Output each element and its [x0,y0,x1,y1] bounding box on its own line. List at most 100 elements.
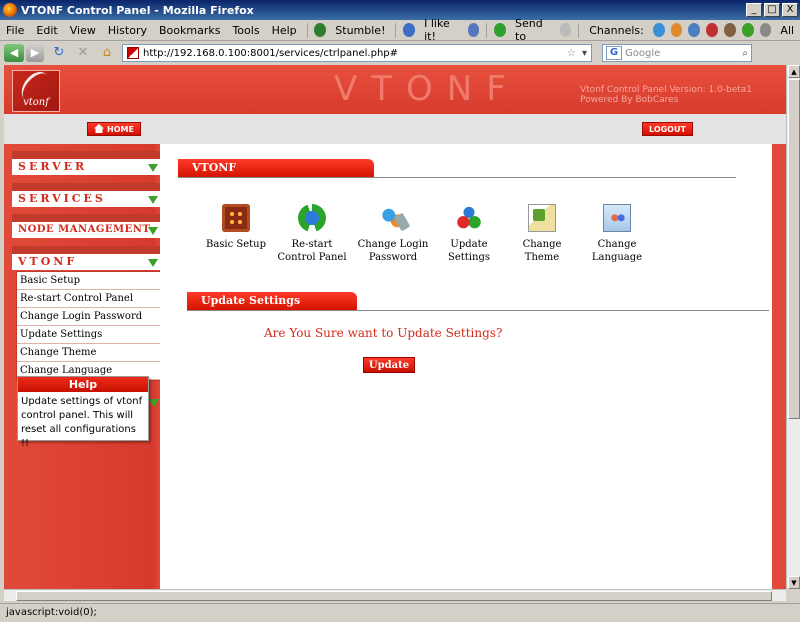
tile-change-login-password[interactable]: Change Login Password [353,204,433,264]
google-engine-icon[interactable]: G [606,46,622,60]
sidebar-section-node-management[interactable]: NODE MANAGEMENT [12,214,162,244]
sidebar-item-change-theme[interactable]: Change Theme [17,344,161,362]
url-bar[interactable]: http://192.168.0.100:8001/services/ctrlp… [122,44,592,62]
people-icon[interactable] [670,23,683,37]
sidebar-section-server[interactable]: SERVER [12,151,162,181]
globe-icon[interactable] [652,23,665,37]
expand-arrow-icon[interactable] [148,259,158,267]
tile-label-line2: Theme [524,252,560,263]
horizontal-scrollbar[interactable] [4,589,786,601]
back-arrow-icon[interactable]: ◀ [4,44,24,62]
top-strip: HOME LOGOUT [4,114,786,144]
sidebar-section-label: VTONF [12,254,162,270]
vertical-scrollbar[interactable]: ▲ ▼ [786,65,800,589]
menu-edit[interactable]: Edit [30,24,63,37]
close-button[interactable]: X [782,3,798,17]
restart-icon [298,204,326,232]
sidebar-item-basic-setup[interactable]: Basic Setup [17,272,161,290]
tile-update-settings[interactable]: Update Settings [429,204,509,264]
menu-separator [306,22,308,38]
home-button[interactable]: HOME [87,122,141,136]
help-title: Help [18,377,148,392]
window-titlebar: VTONF Control Panel - Mozilla Firefox _ … [0,0,800,20]
scroll-down-icon[interactable]: ▼ [788,576,800,589]
help-body: Update settings of vtonf control panel. … [21,396,143,449]
calendar-icon[interactable] [706,23,719,37]
menu-bookmarks[interactable]: Bookmarks [153,24,226,37]
sidebar-item-update-settings[interactable]: Update Settings [17,326,161,344]
vtonf-submenu: Basic Setup Re-start Control Panel Chang… [16,271,162,381]
section-bar [12,151,162,159]
sidebar-section-services[interactable]: SERVICES [12,183,162,213]
scroll-up-icon[interactable]: ▲ [788,65,800,78]
search-box[interactable]: G Google ⌕ [602,44,752,62]
window-title: VTONF Control Panel - Mozilla Firefox [21,3,254,17]
version-info: Vtonf Control Panel Version: 1.0-beta1 P… [580,85,752,105]
comment-icon[interactable] [559,23,572,37]
scroll-thumb[interactable] [16,591,772,601]
menu-history[interactable]: History [102,24,153,37]
search-icon[interactable]: ⌕ [742,48,748,59]
confirm-question: Are You Sure want to Update Settings? [264,326,503,340]
section-bar [12,246,162,254]
section-bar [12,183,162,191]
tile-label: Update [450,239,488,250]
stop-icon[interactable]: ✕ [74,44,92,62]
tag-icon[interactable] [759,23,772,37]
menu-tools[interactable]: Tools [226,24,265,37]
all-channels-button[interactable]: All [774,24,800,37]
update-settings-icon [455,204,483,232]
menu-file[interactable]: File [0,24,30,37]
stumble-button[interactable]: Stumble! [329,24,391,37]
tv-icon[interactable] [724,23,736,37]
divider [178,177,736,178]
tile-label-line2: Language [591,252,643,263]
tile-label: Basic Setup [205,239,267,250]
expand-arrow-icon[interactable] [148,227,158,235]
vtonf-logo[interactable]: vtonf [12,67,60,112]
sidebar-item-change-login-password[interactable]: Change Login Password [17,308,161,326]
search-input[interactable]: Google [625,48,742,59]
logout-button[interactable]: LOGOUT [642,122,693,136]
url-text[interactable]: http://192.168.0.100:8001/services/ctrlp… [143,48,567,59]
menu-view[interactable]: View [64,24,102,37]
expand-arrow-icon[interactable] [148,164,158,172]
window-icon[interactable] [688,23,701,37]
tile-restart-control-panel[interactable]: Re-start Control Panel [272,204,352,264]
logout-label: LOGOUT [649,125,686,134]
i-like-it-button[interactable]: I like it! [418,17,464,43]
sidebar-section-label: NODE MANAGEMENT [12,222,162,238]
status-text: javascript:void(0); [6,607,97,618]
dropdown-icon[interactable]: ▾ [582,48,587,59]
minimize-button[interactable]: _ [746,3,762,17]
money-icon[interactable] [741,23,754,37]
maximize-button[interactable]: □ [764,3,780,17]
forward-arrow-icon[interactable]: ▶ [26,44,44,62]
bookmark-star-icon[interactable]: ☆ [567,48,576,59]
firefox-icon [3,3,17,17]
menu-separator [486,22,488,38]
tile-label: Change [522,239,562,250]
tile-label: Re-start [291,239,333,250]
version-line: Vtonf Control Panel Version: 1.0-beta1 [580,85,753,95]
expand-arrow-icon[interactable] [149,399,159,407]
reload-icon[interactable]: ↻ [50,44,68,62]
sidebar-section-label: SERVICES [12,191,162,207]
home-icon[interactable]: ⌂ [98,44,116,62]
thumbs-down-icon[interactable] [467,23,480,37]
section-title: VTONF [178,159,374,177]
send-icon [494,23,506,37]
menu-help[interactable]: Help [266,24,303,37]
menu-separator [395,22,397,38]
scroll-thumb[interactable] [788,79,800,419]
tile-change-theme[interactable]: Change Theme [502,204,582,264]
update-button[interactable]: Update [363,357,415,373]
help-tooltip: Help Update settings of vtonf control pa… [17,376,149,449]
tile-change-language[interactable]: Change Language [577,204,657,264]
menu-bar: File Edit View History Bookmarks Tools H… [0,17,800,43]
section-bar [12,214,162,222]
send-to-button[interactable]: Send to [509,17,557,43]
sidebar-item-restart-control-panel[interactable]: Re-start Control Panel [17,290,161,308]
tile-basic-setup[interactable]: Basic Setup [196,204,276,251]
expand-arrow-icon[interactable] [148,196,158,204]
